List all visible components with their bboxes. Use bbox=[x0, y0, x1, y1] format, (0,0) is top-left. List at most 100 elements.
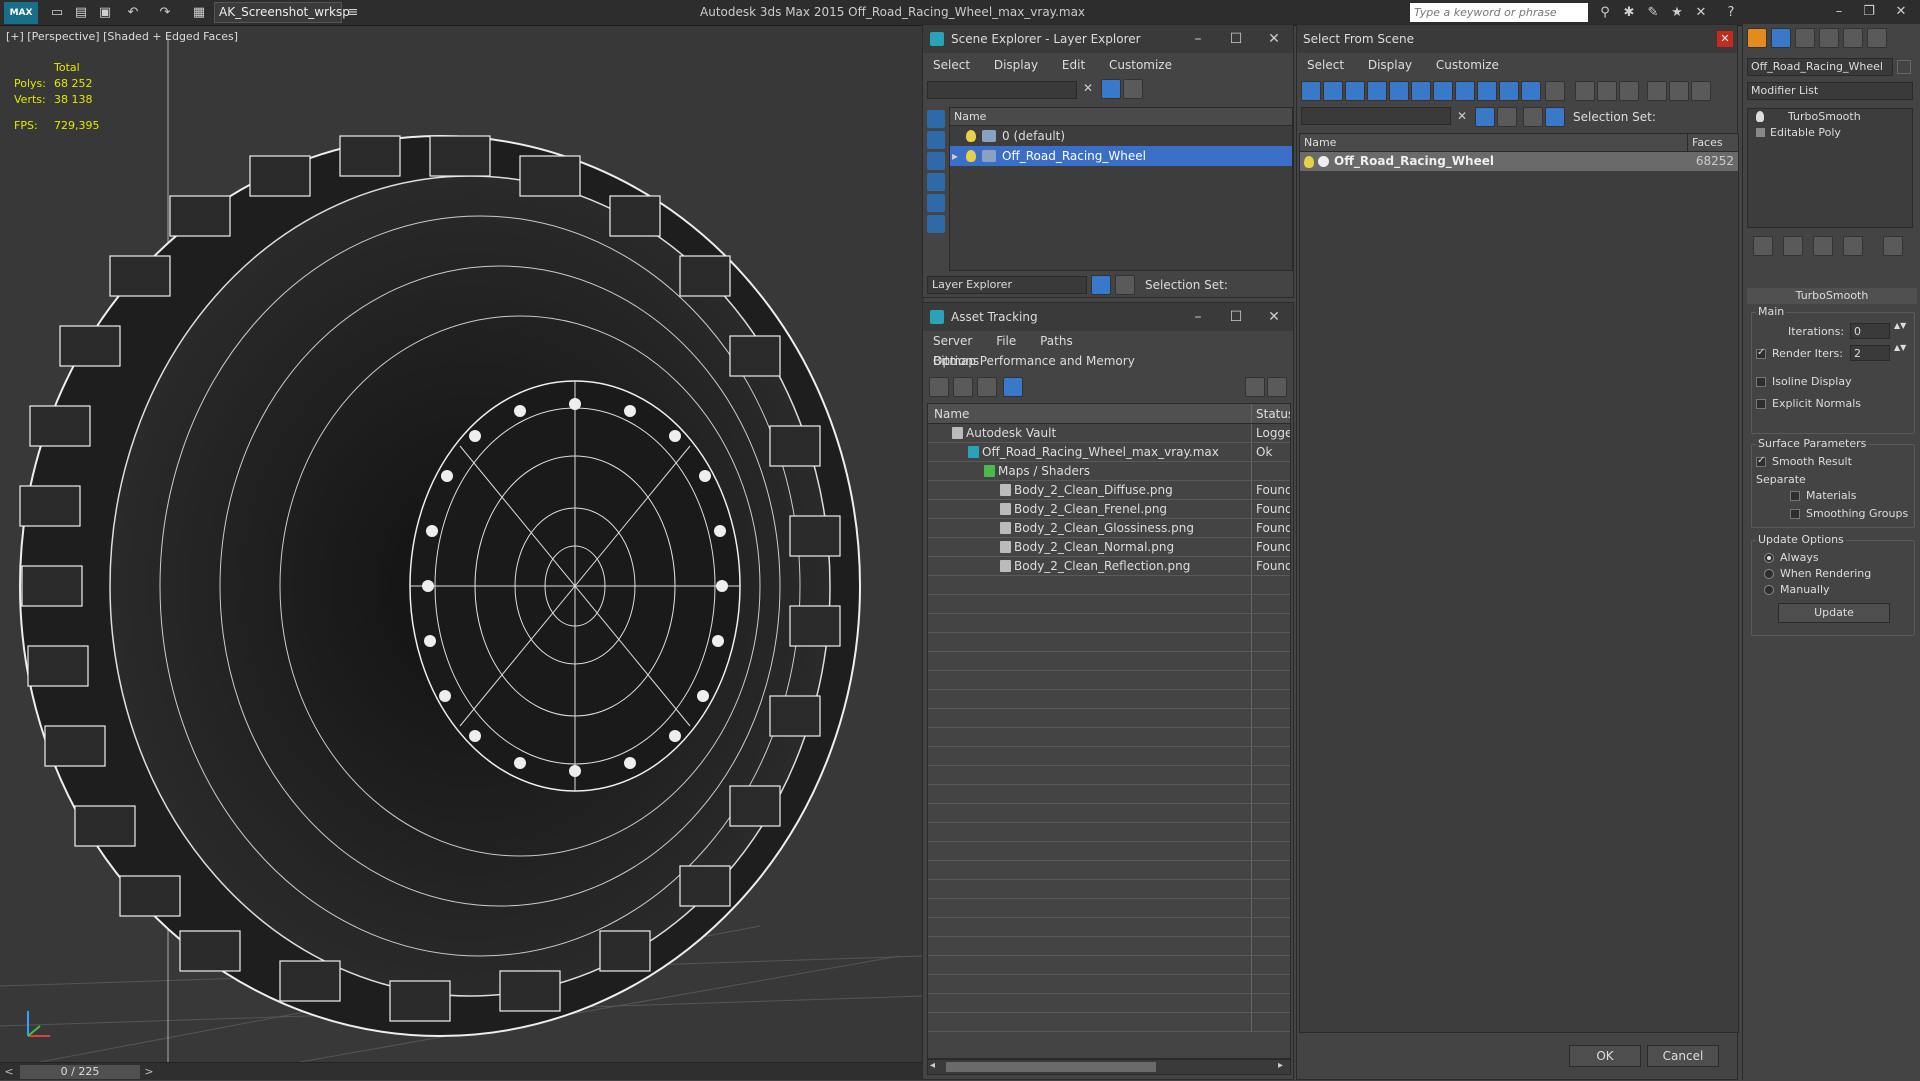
refresh-icon[interactable] bbox=[929, 377, 949, 397]
display-geometry-icon[interactable] bbox=[927, 110, 945, 128]
filter-funnel-icon[interactable] bbox=[1647, 81, 1667, 101]
maximize-icon[interactable]: ☐ bbox=[1221, 303, 1251, 331]
close-icon[interactable]: ✕ bbox=[1259, 25, 1289, 53]
collapse-icon[interactable] bbox=[1691, 81, 1711, 101]
find-input[interactable] bbox=[1301, 107, 1451, 125]
hierarchy-tab-icon[interactable] bbox=[1795, 28, 1815, 48]
help-icon[interactable]: ? bbox=[1722, 4, 1740, 22]
menu-server[interactable]: Server bbox=[923, 331, 982, 351]
object-color-swatch[interactable] bbox=[1897, 60, 1911, 74]
workspace-menu-icon[interactable]: ≡ bbox=[344, 4, 362, 22]
frozen-filter-icon[interactable] bbox=[1521, 81, 1541, 101]
display-shapes-icon[interactable] bbox=[927, 131, 945, 149]
app-logo[interactable]: MAX bbox=[4, 2, 38, 24]
sort-by-layer-icon[interactable] bbox=[1523, 107, 1543, 127]
clear-search-icon[interactable]: ✕ bbox=[1083, 81, 1093, 95]
scrollbar-thumb[interactable] bbox=[946, 1062, 1156, 1072]
expand-icon[interactable] bbox=[1756, 128, 1765, 137]
settings-icon[interactable] bbox=[1267, 377, 1287, 397]
groups-filter-icon[interactable] bbox=[1433, 81, 1453, 101]
explorer-type-dropdown[interactable]: Layer Explorer bbox=[927, 276, 1087, 294]
smooth-result-checkbox[interactable] bbox=[1756, 455, 1766, 467]
spacewarps-filter-icon[interactable] bbox=[1411, 81, 1431, 101]
utilities-tab-icon[interactable] bbox=[1867, 28, 1887, 48]
thumbnail-view-icon[interactable] bbox=[977, 377, 997, 397]
light-bulb-icon[interactable] bbox=[1756, 111, 1764, 122]
expand-arrow-icon[interactable]: ▸ bbox=[952, 146, 958, 166]
display-lights-icon[interactable] bbox=[927, 152, 945, 170]
table-row[interactable]: Body_2_Clean_Reflection.png Found bbox=[928, 557, 1290, 576]
layer-options-icon[interactable] bbox=[1123, 79, 1143, 99]
close-icon[interactable]: ✕ bbox=[1259, 303, 1289, 331]
when-rendering-radio[interactable] bbox=[1764, 569, 1774, 579]
hidden-filter-icon[interactable] bbox=[1545, 81, 1565, 101]
select-from-scene-titlebar[interactable]: Select From Scene ✕ bbox=[1297, 25, 1737, 53]
explicit-normals-checkbox[interactable] bbox=[1756, 399, 1766, 409]
manually-radio[interactable] bbox=[1764, 585, 1774, 595]
column-name[interactable]: Name bbox=[1300, 134, 1688, 151]
layer-row-default[interactable]: 0 (default) bbox=[950, 126, 1292, 146]
display-spacewarps-icon[interactable] bbox=[927, 215, 945, 233]
exchange-icon[interactable]: ✕ bbox=[1692, 4, 1710, 22]
column-name[interactable]: Name bbox=[950, 108, 1292, 126]
next-frame-button[interactable]: > bbox=[142, 1063, 156, 1081]
scroll-right-icon[interactable]: ▸ bbox=[1278, 1060, 1283, 1071]
menu-customize[interactable]: Customize bbox=[1426, 53, 1509, 77]
restore-icon[interactable]: ❐ bbox=[1856, 2, 1882, 22]
column-status[interactable]: Status bbox=[1252, 404, 1290, 423]
table-row[interactable]: Body_2_Clean_Diffuse.png Found bbox=[928, 481, 1290, 500]
menu-options[interactable]: Options bbox=[923, 351, 989, 371]
sort-by-hierarchy-icon[interactable] bbox=[1115, 275, 1135, 295]
menu-customize[interactable]: Customize bbox=[1099, 53, 1182, 77]
minimize-icon[interactable]: – bbox=[1183, 25, 1213, 53]
menu-display[interactable]: Display bbox=[984, 53, 1048, 77]
scene-explorer-search-input[interactable] bbox=[927, 81, 1077, 99]
help-icon[interactable] bbox=[1245, 377, 1265, 397]
layer-options-icon[interactable] bbox=[1497, 107, 1517, 127]
always-radio[interactable] bbox=[1764, 553, 1774, 563]
turbosmooth-rollout-title[interactable]: TurboSmooth bbox=[1747, 288, 1917, 304]
workspace-dropdown[interactable]: AK_Screenshot_wrksp bbox=[214, 2, 350, 23]
table-row[interactable]: Autodesk Vault Logged bbox=[928, 424, 1290, 443]
light-bulb-icon[interactable] bbox=[966, 130, 976, 142]
menu-file[interactable]: File bbox=[986, 331, 1026, 351]
asset-tracking-titlebar[interactable]: Asset Tracking – ☐ ✕ bbox=[923, 303, 1293, 331]
search-input[interactable]: Type a keyword or phrase bbox=[1410, 3, 1588, 22]
ok-button[interactable]: OK bbox=[1569, 1045, 1641, 1067]
project-folder-icon[interactable]: ▦ bbox=[190, 4, 208, 22]
modify-tab-icon[interactable] bbox=[1771, 28, 1791, 48]
display-helpers-icon[interactable] bbox=[927, 194, 945, 212]
save-icon[interactable]: ▣ bbox=[96, 4, 114, 22]
list-view-icon[interactable] bbox=[953, 377, 973, 397]
menu-select[interactable]: Select bbox=[923, 53, 980, 77]
helpers-filter-icon[interactable] bbox=[1389, 81, 1409, 101]
show-end-result-icon[interactable] bbox=[1783, 236, 1803, 256]
render-iters-spinner-icon[interactable]: ▲▼ bbox=[1894, 343, 1906, 352]
scene-explorer-titlebar[interactable]: Scene Explorer - Layer Explorer – ☐ ✕ bbox=[923, 25, 1293, 53]
subscription-icon[interactable]: ✱ bbox=[1620, 4, 1638, 22]
table-row[interactable]: Off_Road_Racing_Wheel 68252 bbox=[1300, 152, 1738, 171]
table-row[interactable]: Off_Road_Racing_Wheel_max_vray.max Ok bbox=[928, 443, 1290, 462]
stack-item-turbosmooth[interactable]: TurboSmooth bbox=[1748, 109, 1912, 125]
geometry-filter-icon[interactable] bbox=[1301, 81, 1321, 101]
binoculars-icon[interactable]: ⚲ bbox=[1596, 4, 1614, 22]
stack-item-editable-poly[interactable]: Editable Poly bbox=[1748, 125, 1912, 141]
make-unique-icon[interactable] bbox=[1813, 236, 1833, 256]
render-iters-checkbox[interactable] bbox=[1756, 347, 1766, 359]
display-cameras-icon[interactable] bbox=[927, 173, 945, 191]
select-none-icon[interactable] bbox=[1597, 81, 1617, 101]
close-icon[interactable]: ✕ bbox=[1717, 31, 1733, 47]
horizontal-scrollbar[interactable]: ◂ ▸ bbox=[927, 1059, 1291, 1075]
new-file-icon[interactable]: ▭ bbox=[48, 4, 66, 22]
filter-icon[interactable] bbox=[1101, 79, 1121, 99]
menu-edit[interactable]: Edit bbox=[1052, 53, 1095, 77]
minimize-icon[interactable]: – bbox=[1826, 2, 1852, 22]
lights-filter-icon[interactable] bbox=[1345, 81, 1365, 101]
remove-modifier-icon[interactable] bbox=[1843, 236, 1863, 256]
create-tab-icon[interactable] bbox=[1747, 28, 1767, 48]
display-children-icon[interactable] bbox=[1669, 81, 1689, 101]
menu-select[interactable]: Select bbox=[1297, 53, 1354, 77]
configure-sets-icon[interactable] bbox=[1883, 236, 1903, 256]
menu-display[interactable]: Display bbox=[1358, 53, 1422, 77]
smoothing-groups-checkbox[interactable] bbox=[1790, 509, 1800, 519]
